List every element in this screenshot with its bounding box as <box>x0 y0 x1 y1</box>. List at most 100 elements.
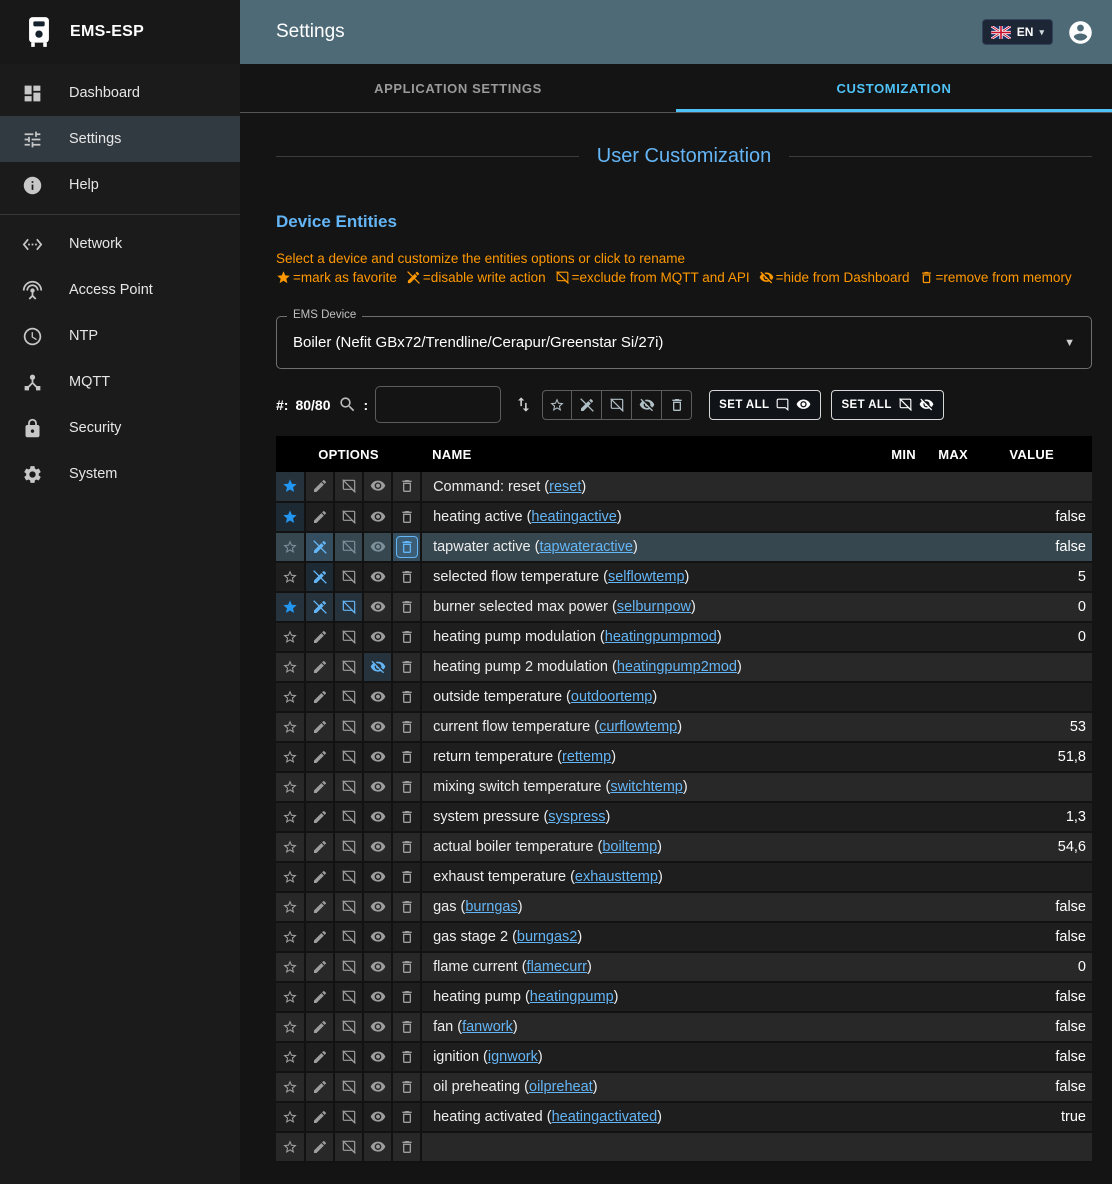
entity-row[interactable]: heating activated (heatingactivated)true <box>276 1102 1092 1132</box>
visibility-toggle[interactable] <box>363 922 392 952</box>
favorite-toggle[interactable] <box>276 532 305 562</box>
visibility-toggle[interactable] <box>363 712 392 742</box>
edit-toggle[interactable] <box>305 652 334 682</box>
delete-toggle[interactable] <box>392 1102 421 1132</box>
entity-shortname-link[interactable]: oilpreheat <box>529 1079 593 1095</box>
filter-toggle-edit-off[interactable] <box>572 390 602 420</box>
visibility-toggle[interactable] <box>363 832 392 862</box>
entity-shortname-link[interactable]: burngas2 <box>517 929 577 945</box>
favorite-toggle[interactable] <box>276 592 305 622</box>
edit-toggle[interactable] <box>305 532 334 562</box>
visibility-toggle[interactable] <box>363 892 392 922</box>
favorite-toggle[interactable] <box>276 712 305 742</box>
mqtt-exclude-toggle[interactable] <box>334 1132 363 1162</box>
delete-toggle[interactable] <box>392 532 421 562</box>
favorite-toggle[interactable] <box>276 862 305 892</box>
entity-row[interactable]: exhaust temperature (exhausttemp) <box>276 862 1092 892</box>
delete-toggle[interactable] <box>392 1012 421 1042</box>
filter-toggle-delete[interactable] <box>662 390 692 420</box>
edit-toggle[interactable] <box>305 772 334 802</box>
entity-row[interactable]: outside temperature (outdoortemp) <box>276 682 1092 712</box>
mqtt-exclude-toggle[interactable] <box>334 952 363 982</box>
visibility-toggle[interactable] <box>363 652 392 682</box>
entity-shortname-link[interactable]: rettemp <box>562 749 611 765</box>
mqtt-exclude-toggle[interactable] <box>334 772 363 802</box>
entity-row[interactable]: heating pump modulation (heatingpumpmod)… <box>276 622 1092 652</box>
entity-row[interactable]: flame current (flamecurr)0 <box>276 952 1092 982</box>
delete-toggle[interactable] <box>392 772 421 802</box>
favorite-toggle[interactable] <box>276 772 305 802</box>
delete-toggle[interactable] <box>392 1072 421 1102</box>
mqtt-exclude-toggle[interactable] <box>334 502 363 532</box>
edit-toggle[interactable] <box>305 952 334 982</box>
visibility-toggle[interactable] <box>363 1072 392 1102</box>
mqtt-exclude-toggle[interactable] <box>334 862 363 892</box>
delete-toggle[interactable] <box>392 562 421 592</box>
entity-row[interactable]: return temperature (rettemp)51,8 <box>276 742 1092 772</box>
delete-toggle[interactable] <box>392 1042 421 1072</box>
favorite-toggle[interactable] <box>276 1042 305 1072</box>
favorite-toggle[interactable] <box>276 982 305 1012</box>
visibility-toggle[interactable] <box>363 562 392 592</box>
mqtt-exclude-toggle[interactable] <box>334 802 363 832</box>
entity-shortname-link[interactable]: switchtemp <box>610 779 683 795</box>
favorite-toggle[interactable] <box>276 892 305 922</box>
visibility-toggle[interactable] <box>363 802 392 832</box>
delete-toggle[interactable] <box>392 682 421 712</box>
mqtt-exclude-toggle[interactable] <box>334 982 363 1012</box>
mqtt-exclude-toggle[interactable] <box>334 1042 363 1072</box>
mqtt-exclude-toggle[interactable] <box>334 892 363 922</box>
sidebar-item-dashboard[interactable]: Dashboard <box>0 70 240 116</box>
entity-row[interactable]: heating pump (heatingpump)false <box>276 982 1092 1012</box>
edit-toggle[interactable] <box>305 712 334 742</box>
set-all-button-1[interactable]: SET ALL <box>709 390 821 420</box>
visibility-toggle[interactable] <box>363 772 392 802</box>
favorite-toggle[interactable] <box>276 562 305 592</box>
edit-toggle[interactable] <box>305 742 334 772</box>
entity-shortname-link[interactable]: selburnpow <box>617 599 691 615</box>
entity-row[interactable]: actual boiler temperature (boiltemp)54,6 <box>276 832 1092 862</box>
favorite-toggle[interactable] <box>276 502 305 532</box>
visibility-toggle[interactable] <box>363 592 392 622</box>
sidebar-item-settings[interactable]: Settings <box>0 116 240 162</box>
delete-toggle[interactable] <box>392 742 421 772</box>
entity-shortname-link[interactable]: burngas <box>465 899 517 915</box>
entity-row[interactable]: heating active (heatingactive)false <box>276 502 1092 532</box>
entity-shortname-link[interactable]: tapwateractive <box>539 539 633 555</box>
delete-toggle[interactable] <box>392 652 421 682</box>
entity-row[interactable]: selected flow temperature (selflowtemp)5 <box>276 562 1092 592</box>
entity-shortname-link[interactable]: heatingactive <box>531 509 616 525</box>
sidebar-item-network[interactable]: Network <box>0 221 240 267</box>
tab-application-settings[interactable]: APPLICATION SETTINGS <box>240 64 676 112</box>
entity-shortname-link[interactable]: heatingactivated <box>552 1109 658 1125</box>
mqtt-exclude-toggle[interactable] <box>334 742 363 772</box>
device-select[interactable]: EMS Device Boiler (Nefit GBx72/Trendline… <box>276 316 1092 369</box>
edit-toggle[interactable] <box>305 502 334 532</box>
edit-toggle[interactable] <box>305 1042 334 1072</box>
favorite-toggle[interactable] <box>276 1012 305 1042</box>
entity-row[interactable]: oil preheating (oilpreheat)false <box>276 1072 1092 1102</box>
visibility-toggle[interactable] <box>363 982 392 1012</box>
edit-toggle[interactable] <box>305 592 334 622</box>
entity-row[interactable]: mixing switch temperature (switchtemp) <box>276 772 1092 802</box>
entity-shortname-link[interactable]: heatingpump <box>530 989 614 1005</box>
entity-shortname-link[interactable]: outdoortemp <box>571 689 652 705</box>
favorite-toggle[interactable] <box>276 1072 305 1102</box>
edit-toggle[interactable] <box>305 922 334 952</box>
entity-row[interactable]: current flow temperature (curflowtemp)53 <box>276 712 1092 742</box>
favorite-toggle[interactable] <box>276 622 305 652</box>
delete-toggle[interactable] <box>392 1132 421 1162</box>
edit-toggle[interactable] <box>305 1132 334 1162</box>
delete-toggle[interactable] <box>392 982 421 1012</box>
sidebar-item-security[interactable]: Security <box>0 405 240 451</box>
mqtt-exclude-toggle[interactable] <box>334 1102 363 1132</box>
sort-icon[interactable] <box>514 395 533 414</box>
mqtt-exclude-toggle[interactable] <box>334 1072 363 1102</box>
mqtt-exclude-toggle[interactable] <box>334 532 363 562</box>
favorite-toggle[interactable] <box>276 922 305 952</box>
mqtt-exclude-toggle[interactable] <box>334 832 363 862</box>
delete-toggle[interactable] <box>392 472 421 502</box>
delete-toggle[interactable] <box>392 622 421 652</box>
mqtt-exclude-toggle[interactable] <box>334 592 363 622</box>
filter-toggle-star-outline[interactable] <box>542 390 572 420</box>
